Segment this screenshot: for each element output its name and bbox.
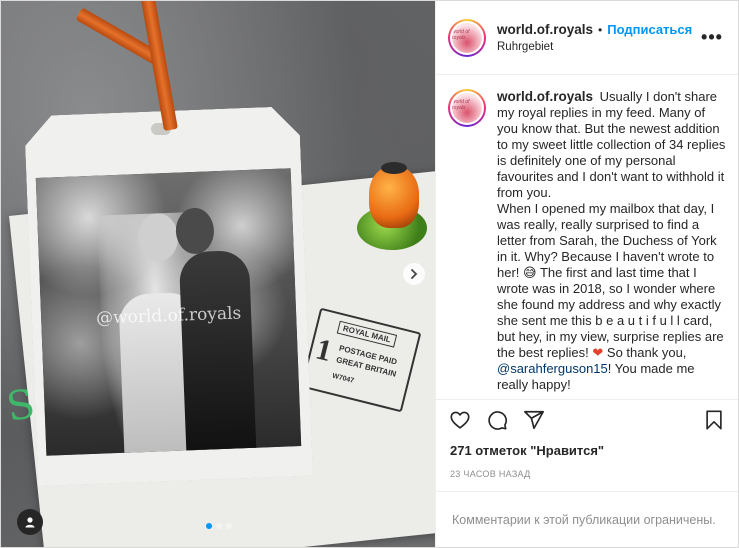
caption-avatar[interactable]: world of royals [448, 89, 486, 127]
comments-restricted-notice: Комментарии к этой публикации ограничены… [436, 491, 738, 547]
next-slide-button[interactable] [403, 263, 425, 285]
carousel-dot [226, 523, 232, 529]
post-header: world of royals world.of.royals • Подпис… [436, 1, 738, 75]
comment-icon [488, 410, 508, 430]
like-button[interactable] [448, 408, 472, 432]
post-timestamp[interactable]: 23 ЧАСОВ НАЗАД [436, 461, 738, 491]
avatar-text: world of royals [452, 28, 470, 41]
share-button[interactable] [522, 408, 546, 432]
carousel-dot [216, 523, 222, 529]
share-icon [524, 410, 544, 429]
more-options-icon: ••• [701, 27, 723, 47]
pumpkin-figurine [351, 162, 431, 256]
carousel-dot [206, 523, 212, 529]
post-dialog: S ROYAL MAIL 1 POSTAGE PAID GREAT BRITAI… [0, 0, 739, 548]
grin-emoji: 😅 [523, 265, 537, 280]
caption-paragraph-2c: So thank you, [603, 345, 687, 360]
avatar[interactable]: world of royals [448, 18, 486, 57]
heart-icon [450, 411, 470, 429]
user-icon [25, 517, 35, 528]
groom [178, 249, 257, 453]
caption-username[interactable]: world.of.royals [497, 89, 593, 104]
comment-button[interactable] [485, 408, 509, 432]
save-button[interactable] [702, 408, 726, 432]
post-media[interactable]: S ROYAL MAIL 1 POSTAGE PAID GREAT BRITAI… [1, 1, 435, 547]
avatar-text: world of royals [452, 99, 470, 111]
likes-count[interactable]: 271 отметок "Нравится" [436, 439, 738, 461]
post-side-panel: world of royals world.of.royals • Подпис… [435, 1, 738, 547]
caption-text: world.of.royals Usually I don't share my… [497, 89, 726, 399]
follow-button[interactable]: Подписаться [607, 22, 692, 37]
caption-area: world of royals world.of.royals Usually … [436, 75, 738, 399]
stamp-title: ROYAL MAIL [336, 320, 398, 348]
bookmark-icon [706, 409, 722, 430]
mention-link[interactable]: @sarahferguson15 [497, 361, 608, 376]
stamp-class: 1 [312, 332, 336, 369]
location-link[interactable]: Ruhrgebiet [497, 41, 700, 53]
action-bar [436, 399, 738, 439]
caption-paragraph-1: Usually I don't share my royal replies i… [497, 89, 726, 200]
more-options-button[interactable]: ••• [700, 26, 724, 50]
stamp-number: W7047 [331, 372, 355, 385]
separator-bullet: • [598, 22, 603, 37]
user-tags-button[interactable] [17, 509, 43, 535]
chevron-right-icon [411, 269, 418, 279]
heart-emoji: ❤ [592, 345, 604, 360]
username-link[interactable]: world.of.royals [497, 22, 593, 37]
carousel-dots [206, 523, 232, 529]
